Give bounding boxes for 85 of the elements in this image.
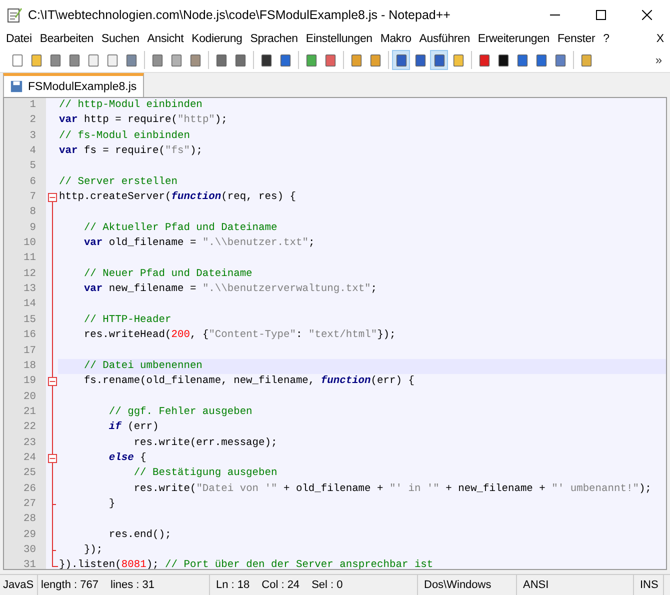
- code-line: // ggf. Fehler ausgeben: [108, 404, 252, 420]
- code-line: // fs-Modul einbinden: [58, 128, 190, 144]
- maximize-icon[interactable]: [596, 10, 606, 20]
- toolbar-overflow-button[interactable]: »: [655, 53, 670, 67]
- line-number: 30: [4, 542, 46, 558]
- line-number: 7: [4, 190, 46, 206]
- menu-item[interactable]: Ansicht: [143, 33, 188, 45]
- lines-label: lines : 31: [110, 579, 155, 591]
- line-number: 29: [4, 528, 46, 543]
- column-label: Col : 24: [262, 579, 300, 591]
- line-number: 31: [4, 558, 46, 569]
- line-number: 10: [4, 236, 46, 252]
- code-line: if (err): [108, 420, 159, 436]
- line-number: 11: [4, 251, 46, 267]
- code-line: var http = require("http");: [58, 113, 228, 128]
- insert-mode-label: INS: [634, 575, 664, 595]
- menu-item[interactable]: Einstellungen: [302, 33, 376, 45]
- code-line: res.end();: [108, 528, 172, 543]
- line-number: 8: [4, 205, 46, 221]
- code-line: var old_filename = ".\\benutzer.txt";: [82, 236, 315, 252]
- code-line: // HTTP-Header: [82, 312, 172, 328]
- code-line: var new_filename = ".\\benutzerverwaltung.txt";: [82, 282, 378, 298]
- code-line: res.write("Datei von '" + old_filename + "' in '" + new_filename + "' umbenannt!");: [132, 482, 652, 497]
- menu-item[interactable]: Makro: [376, 33, 416, 45]
- line-number: 27: [4, 496, 46, 512]
- line-number: 16: [4, 328, 46, 344]
- line-number: 5: [4, 159, 46, 175]
- code-line: }: [108, 496, 116, 512]
- code-line: // Datei umbenennen: [82, 358, 202, 374]
- menu-item[interactable]: Sprachen: [246, 33, 302, 45]
- code-line: var fs = require("fs");: [58, 144, 202, 160]
- code-line: // Bestätigung ausgeben: [132, 466, 278, 482]
- notepad-icon: [6, 7, 22, 23]
- code-line: res.writeHead(200, {"Content-Type": "text/html"});: [82, 328, 396, 344]
- line-number: 18: [4, 358, 46, 374]
- code-line: // Server erstellen: [58, 174, 178, 190]
- line-number: 3: [4, 128, 46, 144]
- line-position-label: Ln : 18: [216, 579, 250, 591]
- line-number: 24: [4, 450, 46, 466]
- encoding-label: ANSI: [517, 575, 634, 595]
- line-number: 22: [4, 420, 46, 436]
- line-number: 28: [4, 512, 46, 528]
- menu-item[interactable]: Kodierung: [188, 33, 246, 45]
- language-label: JavaS: [0, 575, 38, 595]
- line-number: 13: [4, 282, 46, 298]
- fold-toggle[interactable]: [48, 377, 57, 386]
- line-number: 19: [4, 374, 46, 390]
- line-number: 1: [4, 98, 46, 114]
- code-line: http.createServer(function(req, res) {: [58, 190, 296, 206]
- menu-item[interactable]: Fenster: [553, 33, 600, 45]
- line-number: 12: [4, 266, 46, 282]
- fold-toggle[interactable]: [48, 193, 57, 202]
- code-line: fs.rename(old_filename, new_filename, function(err) {: [82, 374, 414, 390]
- menu-item[interactable]: Ausführen: [415, 33, 474, 45]
- menu-item[interactable]: ?: [599, 33, 614, 45]
- line-number: 20: [4, 390, 46, 405]
- menu-item[interactable]: Datei: [2, 33, 36, 45]
- menu-item[interactable]: Suchen: [97, 33, 144, 45]
- file-tab[interactable]: FSModulExample8.js: [3, 73, 144, 97]
- length-label: length : 767: [41, 579, 98, 591]
- fold-toggle[interactable]: [48, 454, 57, 463]
- line-number: 25: [4, 466, 46, 482]
- line-number: 21: [4, 404, 46, 420]
- line-ending-label: Dos\Windows: [418, 575, 517, 595]
- menu-item[interactable]: Bearbeiten: [36, 33, 98, 45]
- line-number: 14: [4, 297, 46, 313]
- close-icon[interactable]: [642, 10, 652, 20]
- window-title: C:\IT\webtechnologien.com\Node.js\code\FSModulExample8.js - Notepad++: [28, 8, 452, 22]
- line-number: 17: [4, 344, 46, 359]
- line-number: 26: [4, 482, 46, 497]
- line-number: 9: [4, 220, 46, 236]
- menu-item[interactable]: Erweiterungen: [474, 33, 554, 45]
- code-line: res.write(err.message);: [132, 436, 278, 451]
- close-document-button[interactable]: X: [654, 33, 670, 45]
- code-line: else {: [108, 450, 146, 466]
- line-number: 6: [4, 174, 46, 190]
- line-number: 23: [4, 436, 46, 451]
- line-number: 15: [4, 312, 46, 328]
- line-number: 4: [4, 144, 46, 160]
- code-line: });: [82, 542, 103, 558]
- line-number: 2: [4, 113, 46, 129]
- code-line: // Aktueller Pfad und Dateiname: [82, 220, 278, 236]
- selection-label: Sel : 0: [312, 579, 343, 591]
- code-line: // http-Modul einbinden: [58, 98, 202, 113]
- code-line: // Neuer Pfad und Dateiname: [82, 266, 252, 282]
